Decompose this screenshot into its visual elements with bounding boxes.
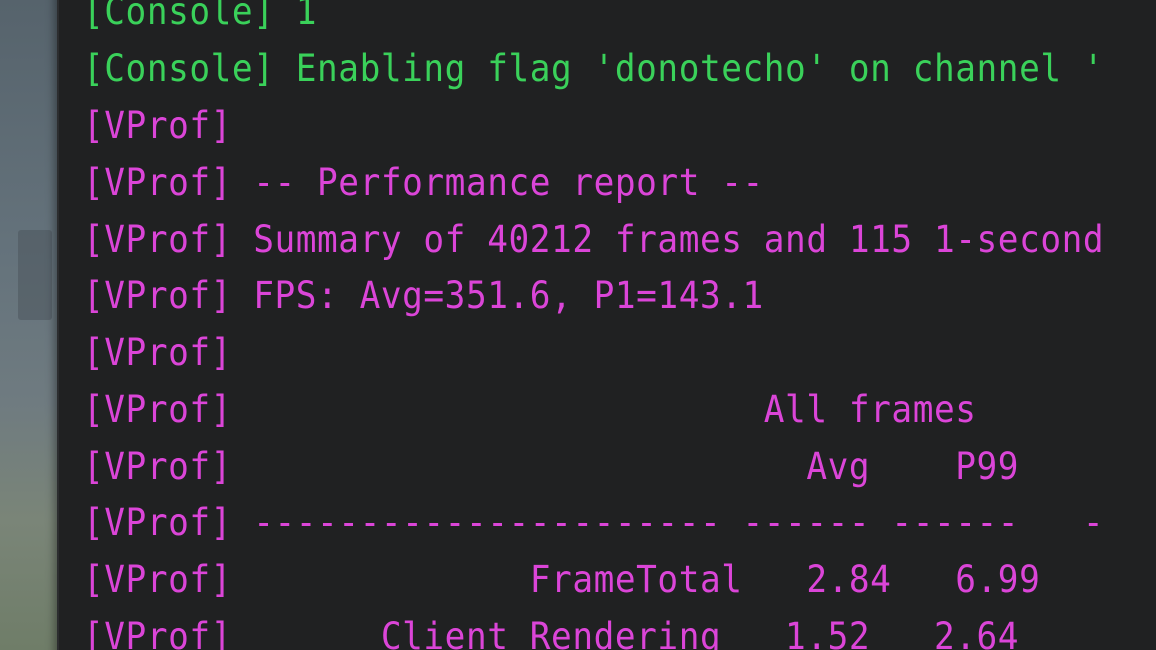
vprof-line: [VProf] Summary of 40212 frames and 115 … (83, 218, 1105, 261)
vprof-line: [VProf] ---------------------- ------ --… (83, 501, 1105, 544)
vprof-line: [VProf] (83, 104, 232, 147)
vprof-line: [VProf] -- Performance report -- (83, 161, 764, 204)
console-line: [Console] 1 (83, 0, 318, 33)
background-shape (18, 230, 52, 320)
vprof-line: [VProf] Client Rendering 1.52 2.64 (83, 615, 1020, 650)
vprof-line: [VProf] All frames (83, 388, 977, 431)
vprof-line: [VProf] Avg P99 (83, 445, 1020, 488)
vprof-line: [VProf] FrameTotal 2.84 6.99 (83, 558, 1041, 601)
console-line: [Console] Enabling flag 'donotecho' on c… (83, 47, 1105, 90)
console-output-panel[interactable]: [Console] 1 [Console] Enabling flag 'don… (57, 0, 1156, 650)
vprof-line: [VProf] FPS: Avg=351.6, P1=143.1 (83, 274, 764, 317)
vprof-line: [VProf] (83, 331, 232, 374)
screen: [Console] 1 [Console] Enabling flag 'don… (0, 0, 1156, 650)
